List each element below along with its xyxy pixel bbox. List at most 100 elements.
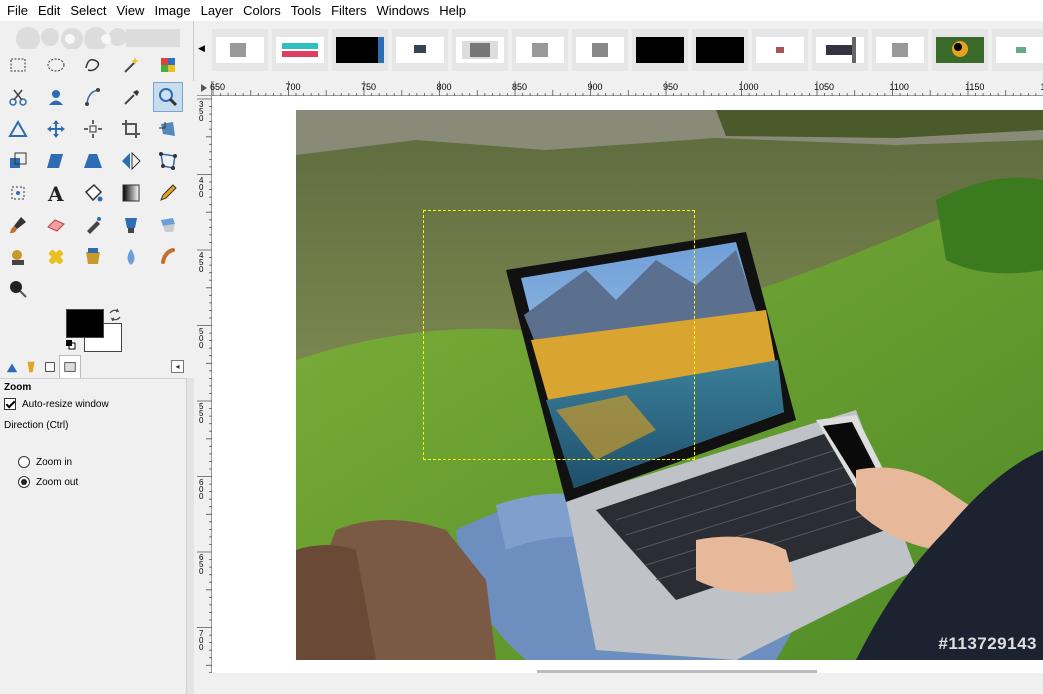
image-thumbnail[interactable]	[632, 29, 688, 71]
menu-image[interactable]: Image	[149, 0, 195, 21]
zoom-out-radio-button[interactable]	[18, 476, 30, 488]
tab-images[interactable]	[59, 355, 81, 379]
pencil-tool[interactable]	[153, 178, 183, 208]
move-tool[interactable]	[41, 114, 71, 144]
clone-tool[interactable]	[3, 242, 33, 272]
zoom-in-radio[interactable]: Zoom in	[18, 456, 72, 468]
menu-filters[interactable]: Filters	[326, 0, 371, 21]
color-picker-tool[interactable]	[116, 82, 146, 112]
perspective-clone-icon	[82, 246, 104, 268]
image-thumbnail[interactable]	[932, 29, 988, 71]
eraser-tool[interactable]	[41, 210, 71, 240]
text-tool[interactable]: A	[41, 178, 71, 208]
cage-transform-tool[interactable]	[153, 146, 183, 176]
image-thumbnail-strip: ◀	[193, 21, 1043, 81]
thumbnail-preview	[336, 37, 384, 63]
rect-select-tool[interactable]	[3, 50, 33, 80]
image-thumbnail[interactable]	[992, 29, 1043, 71]
free-select-tool[interactable]	[78, 50, 108, 80]
image-thumbnail[interactable]	[512, 29, 568, 71]
mypaint-brush-tool[interactable]	[153, 210, 183, 240]
clone-icon	[7, 246, 29, 268]
fuzzy-select-tool[interactable]	[116, 50, 146, 80]
direction-label: Direction (Ctrl)	[4, 420, 68, 431]
zoom-tool[interactable]	[153, 82, 183, 112]
image-thumbnail[interactable]	[452, 29, 508, 71]
image-thumbnail[interactable]	[692, 29, 748, 71]
paintbrush-tool[interactable]	[3, 210, 33, 240]
foreground-color-swatch[interactable]	[66, 309, 104, 338]
align-tool[interactable]	[78, 114, 108, 144]
ellipse-select-tool[interactable]	[41, 50, 71, 80]
image-thumbnail[interactable]	[872, 29, 928, 71]
image-thumbnail[interactable]	[272, 29, 328, 71]
dodge-burn-tool[interactable]	[3, 274, 33, 304]
shear-tool[interactable]	[41, 146, 71, 176]
bucket-fill-tool[interactable]	[78, 178, 108, 208]
toolbox: A ◂ Zoom Auto-resize window Direction (C…	[0, 21, 193, 673]
image-window: 6507007508008509009501000105011001150120…	[197, 81, 1043, 673]
configure-tab-icon[interactable]: ◂	[171, 360, 184, 373]
menu-edit[interactable]: Edit	[33, 0, 65, 21]
blend-tool[interactable]	[116, 178, 146, 208]
tab-tool-options[interactable]	[2, 357, 22, 377]
wilber-drop-area	[6, 25, 180, 49]
image-thumbnail[interactable]	[812, 29, 868, 71]
menu-help[interactable]: Help	[434, 0, 471, 21]
smudge-tool[interactable]	[153, 242, 183, 272]
color-select-icon	[157, 54, 179, 76]
auto-resize-checkbox[interactable]: Auto-resize window	[4, 398, 109, 410]
thumbnail-preview	[276, 37, 324, 63]
color-picker-icon	[120, 86, 142, 108]
ink-tool[interactable]	[116, 210, 146, 240]
unified-transform-tool[interactable]	[3, 178, 33, 208]
perspective-tool[interactable]	[78, 146, 108, 176]
scale-tool[interactable]	[3, 146, 33, 176]
menu-layer[interactable]: Layer	[196, 0, 239, 21]
selection-marquee[interactable]	[423, 210, 695, 460]
image-thumbnail[interactable]	[332, 29, 388, 71]
airbrush-tool[interactable]	[78, 210, 108, 240]
free-select-icon	[82, 54, 104, 76]
zoom-out-radio[interactable]: Zoom out	[18, 476, 78, 488]
menu-colors[interactable]: Colors	[238, 0, 286, 21]
measure-tool[interactable]	[3, 114, 33, 144]
menu-windows[interactable]: Windows	[371, 0, 434, 21]
horizontal-ruler[interactable]: 6507007508008509009501000105011001150120…	[212, 81, 1043, 96]
flip-tool[interactable]	[116, 146, 146, 176]
thumbnail-preview	[576, 37, 624, 63]
scissors-select-tool[interactable]	[3, 82, 33, 112]
blur-sharpen-tool[interactable]	[116, 242, 146, 272]
swap-colors-icon[interactable]	[108, 308, 122, 322]
crop-tool[interactable]	[116, 114, 146, 144]
rotate-tool[interactable]	[153, 114, 183, 144]
strip-scroll-left-icon[interactable]: ◀	[198, 43, 205, 54]
vertical-ruler[interactable]: 350400450500550600650700	[197, 96, 212, 673]
image-thumbnail[interactable]	[572, 29, 628, 71]
unified-transform-icon	[7, 182, 29, 204]
perspective-clone-tool[interactable]	[78, 242, 108, 272]
menu-tools[interactable]: Tools	[286, 0, 326, 21]
tab-undo-history[interactable]	[40, 357, 60, 377]
tool-options-title: Zoom	[4, 382, 31, 393]
foreground-select-icon	[45, 86, 67, 108]
menu-view[interactable]: View	[112, 0, 150, 21]
default-colors-icon[interactable]	[66, 339, 76, 349]
menu-select[interactable]: Select	[65, 0, 111, 21]
foreground-select-tool[interactable]	[41, 82, 71, 112]
heal-tool[interactable]	[41, 242, 71, 272]
image-thumbnail[interactable]	[212, 29, 268, 71]
image-thumbnail[interactable]	[392, 29, 448, 71]
color-select-tool[interactable]	[153, 50, 183, 80]
thumbnail-preview	[936, 37, 984, 63]
menu-file[interactable]: File	[0, 0, 33, 21]
paths-tool[interactable]	[78, 82, 108, 112]
tab-device-status[interactable]	[21, 357, 41, 377]
menubar: File Edit Select View Image Layer Colors…	[0, 0, 1043, 21]
toolbox-scrollbar[interactable]	[186, 378, 194, 694]
dodge-burn-icon	[7, 278, 29, 300]
pencil-icon	[157, 182, 179, 204]
auto-resize-check[interactable]	[4, 398, 16, 410]
image-thumbnail[interactable]	[752, 29, 808, 71]
zoom-in-radio-button[interactable]	[18, 456, 30, 468]
